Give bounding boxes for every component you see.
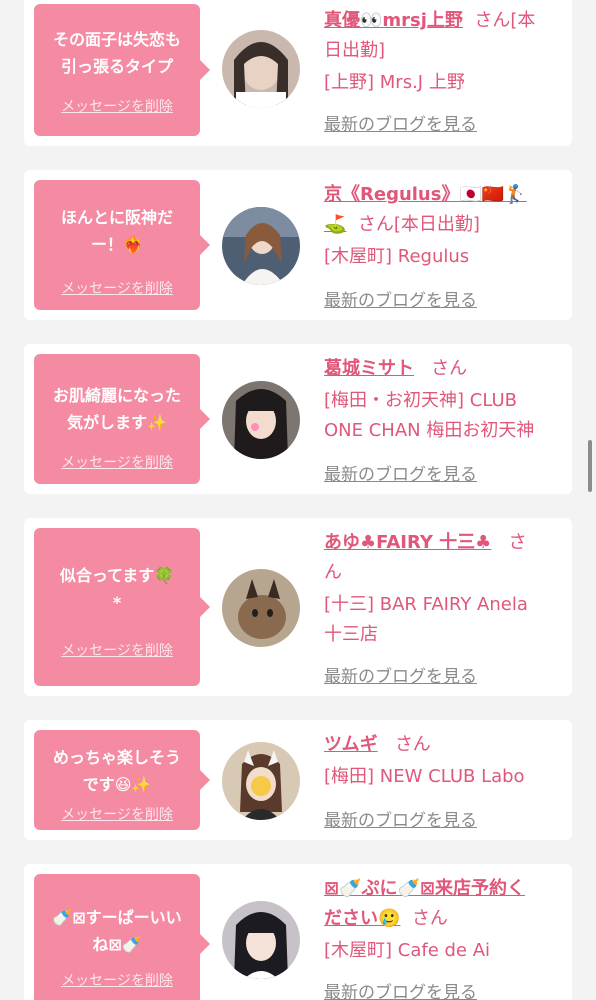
- message-text: めっちゃ楽しそう です😆✨: [52, 748, 181, 794]
- message-text: ほんとに阪神だ ー！❤‍🔥: [60, 208, 173, 254]
- cast-suffix: さん: [394, 734, 431, 755]
- message-card: ほんとに阪神だ ー！❤‍🔥 メッセージを削除 京《Regulus》🇯🇵🇨🇳🏌 ⛳…: [24, 170, 572, 320]
- message-bubble: 🍼⊠すーぱーいい ね⊠🍼 メッセージを削除: [34, 874, 210, 1000]
- message-text: 🍼⊠すーぱーいい ね⊠🍼: [52, 908, 182, 954]
- cast-suffix-cont: ん: [324, 562, 342, 583]
- cast-status: さん[本日出勤]: [357, 214, 480, 235]
- message-bubble: 似合ってます🍀 * メッセージを削除: [34, 528, 210, 686]
- latest-blog-link[interactable]: 最新のブログを見る: [324, 110, 477, 135]
- cast-name-link[interactable]: あゆ♣FAIRY 十三♣: [324, 532, 491, 553]
- delete-message-link[interactable]: メッセージを削除: [34, 278, 200, 298]
- message-text: お肌綺麗になった 気がします✨: [52, 386, 181, 432]
- latest-blog-link[interactable]: 最新のブログを見る: [324, 806, 477, 831]
- message-bubble: めっちゃ楽しそう です😆✨ メッセージを削除: [34, 730, 210, 830]
- shop-name: [梅田] NEW CLUB Labo: [324, 766, 525, 787]
- shop-name-cont: 十三店: [324, 624, 378, 645]
- latest-blog-link[interactable]: 最新のブログを見る: [324, 286, 477, 311]
- message-card: 似合ってます🍀 * メッセージを削除 あゆ♣FAIRY 十三♣ さ ん [十三]…: [24, 518, 572, 696]
- shop-name: [梅田・お初天神] CLUB: [324, 390, 517, 411]
- cast-info: 葛城ミサト さん [梅田・お初天神] CLUB ONE CHAN 梅田お初天神: [324, 354, 564, 446]
- avatar[interactable]: [222, 381, 300, 459]
- avatar[interactable]: [222, 901, 300, 979]
- cast-name-link[interactable]: 葛城ミサト: [324, 358, 414, 379]
- cast-suffix: さ: [508, 532, 527, 553]
- delete-message-link[interactable]: メッセージを削除: [34, 804, 200, 824]
- avatar[interactable]: [222, 207, 300, 285]
- message-card: めっちゃ楽しそう です😆✨ メッセージを削除 ツムギ さん [梅田] NEW C…: [24, 720, 572, 840]
- cast-name-link-cont[interactable]: ⛳: [324, 214, 346, 235]
- message-card: 🍼⊠すーぱーいい ね⊠🍼 メッセージを削除 ⊠🍼ぷに🍼⊠来店予約く ださい🥲 さ…: [24, 864, 572, 1000]
- cast-info: ⊠🍼ぷに🍼⊠来店予約く ださい🥲 さん [木屋町] Cafe de Ai: [324, 874, 564, 966]
- message-bubble: その面子は失恋も 引っ張るタイプ メッセージを削除: [34, 4, 210, 136]
- cast-info: あゆ♣FAIRY 十三♣ さ ん [十三] BAR FAIRY Anela 十三…: [324, 528, 564, 650]
- cast-name-link[interactable]: ⊠🍼ぷに🍼⊠来店予約く: [324, 878, 525, 899]
- delete-message-link[interactable]: メッセージを削除: [34, 96, 200, 116]
- cast-info: ツムギ さん [梅田] NEW CLUB Labo: [324, 730, 564, 792]
- cast-status: 日出勤]: [324, 40, 386, 61]
- delete-message-link[interactable]: メッセージを削除: [34, 970, 200, 990]
- avatar[interactable]: [222, 30, 300, 108]
- cast-info: 京《Regulus》🇯🇵🇨🇳🏌 ⛳ さん[本日出勤] [木屋町] Regulus: [324, 180, 564, 272]
- cast-suffix: さん: [431, 358, 468, 379]
- message-card: その面子は失恋も 引っ張るタイプ メッセージを削除 真優👀mrsj上野 さん[本…: [24, 0, 572, 146]
- cast-info: 真優👀mrsj上野 さん[本 日出勤] [上野] Mrs.J 上野: [324, 6, 564, 98]
- message-card: お肌綺麗になった 気がします✨ メッセージを削除 葛城ミサト さん [梅田・お初…: [24, 344, 572, 494]
- shop-name: [木屋町] Cafe de Ai: [324, 940, 491, 961]
- latest-blog-link[interactable]: 最新のブログを見る: [324, 978, 477, 1000]
- cast-suffix: さん: [411, 908, 448, 929]
- avatar[interactable]: [222, 742, 300, 820]
- cast-name-link[interactable]: ツムギ: [324, 734, 378, 755]
- latest-blog-link[interactable]: 最新のブログを見る: [324, 460, 477, 485]
- message-bubble: お肌綺麗になった 気がします✨ メッセージを削除: [34, 354, 210, 484]
- cast-name-link[interactable]: 真優👀mrsj上野: [324, 10, 463, 31]
- message-text: 似合ってます🍀 *: [59, 566, 175, 612]
- message-bubble: ほんとに阪神だ ー！❤‍🔥 メッセージを削除: [34, 180, 210, 310]
- shop-name: [上野] Mrs.J 上野: [324, 72, 465, 93]
- delete-message-link[interactable]: メッセージを削除: [34, 640, 200, 660]
- latest-blog-link[interactable]: 最新のブログを見る: [324, 662, 477, 687]
- message-text: その面子は失恋も 引っ張るタイプ: [52, 30, 181, 76]
- shop-name-cont: ONE CHAN 梅田お初天神: [324, 420, 535, 441]
- shop-name: [木屋町] Regulus: [324, 246, 470, 267]
- cast-suffix: さん[本: [474, 10, 536, 31]
- scrollbar-thumb[interactable]: [588, 440, 592, 492]
- avatar[interactable]: [222, 569, 300, 647]
- cast-name-link-cont[interactable]: ださい🥲: [324, 908, 400, 929]
- cast-name-link[interactable]: 京《Regulus》🇯🇵🇨🇳🏌: [324, 184, 527, 205]
- shop-name: [十三] BAR FAIRY Anela: [324, 594, 528, 615]
- message-feed: その面子は失恋も 引っ張るタイプ メッセージを削除 真優👀mrsj上野 さん[本…: [0, 0, 596, 1000]
- delete-message-link[interactable]: メッセージを削除: [34, 452, 200, 472]
